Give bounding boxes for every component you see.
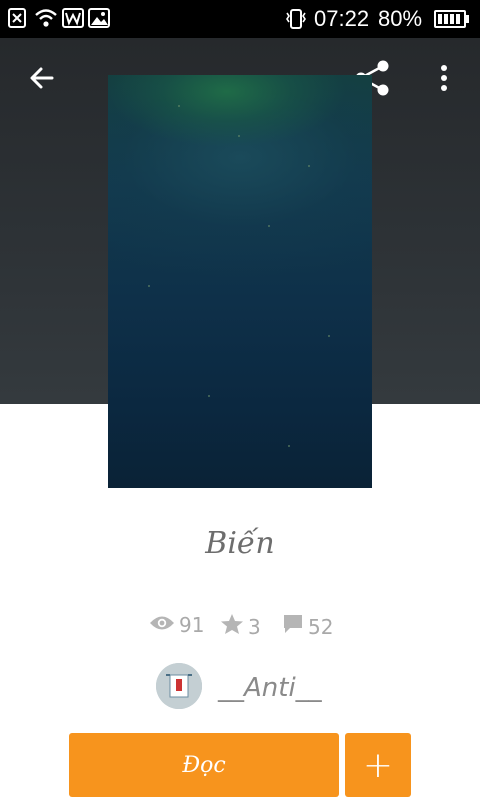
avatar[interactable] [156, 663, 202, 709]
star-icon [220, 613, 244, 640]
comments-stat: 52 [282, 613, 333, 640]
cover-speck [148, 285, 150, 287]
vibrate-icon [284, 8, 308, 34]
status-time: 07:22 [314, 6, 370, 31]
comment-icon [282, 613, 304, 640]
story-title: Biến [205, 526, 275, 561]
cover-speck [268, 225, 270, 227]
cover-speck [238, 135, 240, 137]
w-app-icon [62, 8, 84, 32]
arrow-left-icon [28, 64, 56, 96]
eye-icon [149, 613, 175, 637]
cover-speck [308, 165, 310, 167]
votes-count: 3 [248, 614, 261, 639]
wifi-icon [34, 8, 58, 32]
story-cover-image[interactable] [108, 75, 372, 488]
comments-count: 52 [308, 614, 334, 639]
add-to-library-button[interactable]: + [345, 733, 411, 797]
back-button[interactable] [18, 56, 66, 104]
author-name[interactable]: __Anti__ [218, 673, 322, 703]
votes-stat: 3 [220, 613, 261, 640]
status-battery-percent: 80% [378, 6, 423, 31]
cover-speck [328, 335, 330, 337]
more-button[interactable] [420, 56, 468, 104]
cover-speck [178, 105, 180, 107]
views-stat: 91 [149, 613, 204, 637]
battery-icon [434, 10, 470, 32]
cover-speck [288, 445, 290, 447]
read-button[interactable]: Đọc [69, 733, 339, 797]
more-vertical-icon [440, 64, 448, 96]
views-count: 91 [179, 613, 205, 637]
close-box-icon [8, 8, 26, 32]
image-icon [88, 8, 110, 32]
cover-speck [208, 395, 210, 397]
status-bar: 07:22 80% [0, 0, 480, 38]
